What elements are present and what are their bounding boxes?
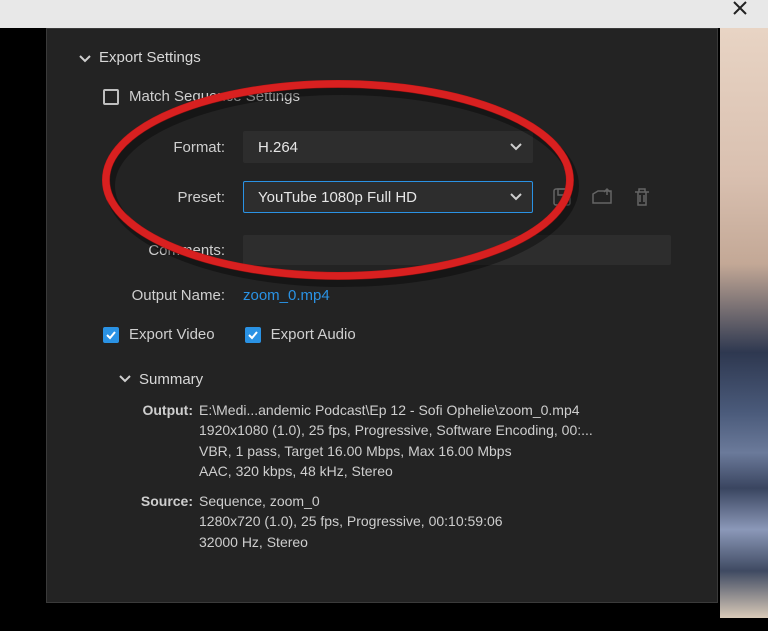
export-settings-header[interactable]: Export Settings (79, 49, 685, 66)
output-name-label: Output Name: (75, 287, 243, 304)
chevron-down-icon (510, 189, 522, 206)
comments-label: Comments: (75, 242, 243, 259)
summary-line: 32000 Hz, Stereo (199, 532, 503, 552)
background-photo-sliver (720, 28, 768, 618)
summary-source-label: Source: (135, 491, 199, 552)
preset-label: Preset: (75, 189, 243, 206)
export-video-label: Export Video (129, 326, 215, 343)
summary-source-text: Sequence, zoom_0 1280x720 (1.0), 25 fps,… (199, 491, 503, 552)
export-video-checkbox[interactable] (103, 327, 119, 343)
export-settings-panel: Export Settings Match Sequence Settings … (46, 28, 718, 603)
format-label: Format: (75, 139, 243, 156)
section-title: Export Settings (99, 49, 201, 66)
export-audio-option[interactable]: Export Audio (245, 326, 356, 343)
chevron-down-icon (119, 371, 131, 388)
export-video-option[interactable]: Export Video (103, 326, 215, 343)
output-filename-link[interactable]: zoom_0.mp4 (243, 287, 330, 304)
save-preset-icon[interactable] (551, 186, 573, 208)
summary-line: AAC, 320 kbps, 48 kHz, Stereo (199, 461, 593, 481)
summary-output-text: E:\Medi...andemic Podcast\Ep 12 - Sofi O… (199, 400, 593, 481)
summary-line: VBR, 1 pass, Target 16.00 Mbps, Max 16.0… (199, 441, 593, 461)
export-audio-label: Export Audio (271, 326, 356, 343)
match-sequence-checkbox[interactable] (103, 89, 119, 105)
window-titlebar (0, 0, 768, 28)
summary-header[interactable]: Summary (119, 371, 685, 388)
trash-icon[interactable] (631, 186, 653, 208)
preset-dropdown[interactable]: YouTube 1080p Full HD (243, 181, 533, 213)
format-dropdown[interactable]: H.264 (243, 131, 533, 163)
export-audio-checkbox[interactable] (245, 327, 261, 343)
match-sequence-row[interactable]: Match Sequence Settings (103, 88, 685, 105)
preset-value: YouTube 1080p Full HD (258, 189, 417, 206)
import-preset-icon[interactable] (591, 186, 613, 208)
comments-input[interactable] (243, 235, 671, 265)
summary-line: 1920x1080 (1.0), 25 fps, Progressive, So… (199, 420, 593, 440)
summary-title: Summary (139, 371, 203, 388)
summary-output-label: Output: (135, 400, 199, 481)
summary-line: E:\Medi...andemic Podcast\Ep 12 - Sofi O… (199, 400, 593, 420)
close-icon[interactable] (732, 0, 748, 16)
format-value: H.264 (258, 139, 298, 156)
summary-line: 1280x720 (1.0), 25 fps, Progressive, 00:… (199, 511, 503, 531)
summary-body: Output: E:\Medi...andemic Podcast\Ep 12 … (135, 400, 685, 552)
summary-line: Sequence, zoom_0 (199, 491, 503, 511)
match-sequence-label: Match Sequence Settings (129, 88, 300, 105)
chevron-down-icon (79, 52, 91, 64)
chevron-down-icon (510, 139, 522, 156)
